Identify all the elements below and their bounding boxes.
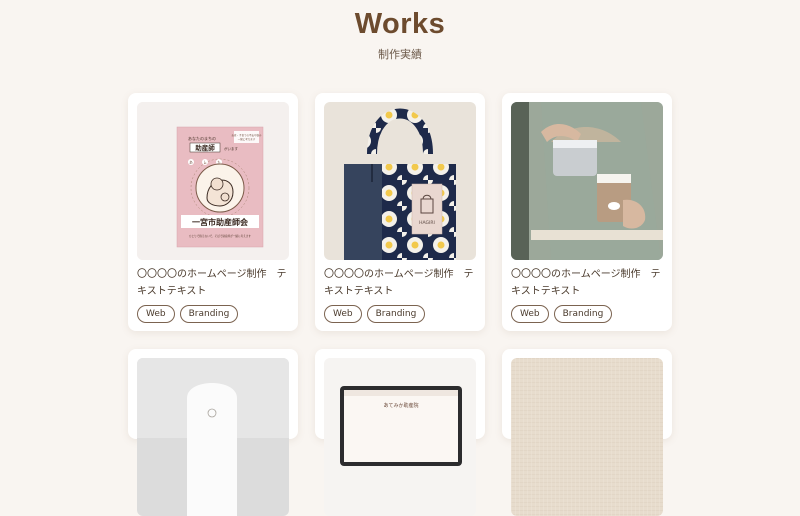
work-title[interactable]: 〇〇〇〇のホームページ制作 テキストテキスト <box>324 266 476 300</box>
booklet-image: お産・子育ての不安や悩み 一緒に考えます あなたのまちの 助産師 がいます あ … <box>137 102 289 260</box>
laptop-screen-text: あてみか助産院 <box>384 402 419 409</box>
booklet-highlight: 助産師 <box>195 143 215 152</box>
tag-web[interactable]: Web <box>511 305 549 323</box>
tote-label: HAGIRI <box>419 220 435 226</box>
work-thumbnail[interactable] <box>137 358 289 516</box>
work-card[interactable] <box>128 349 298 516</box>
section-header: Works 制作実績 <box>0 6 800 62</box>
tube-product-image <box>137 358 289 516</box>
work-thumbnail[interactable]: HAGIRI <box>324 102 476 260</box>
barista-image <box>511 102 663 260</box>
booklet-stamp-2: し <box>203 160 207 165</box>
booklet-org-name: 一宮市助産師会 <box>192 217 248 227</box>
tag-list: Web Branding <box>511 305 613 323</box>
tag-list: Web Branding <box>137 305 239 323</box>
work-card[interactable] <box>502 349 672 516</box>
work-card[interactable]: あてみか助産院 <box>315 349 485 516</box>
work-thumbnail[interactable]: あてみか助産院 <box>324 358 476 516</box>
booklet-stamp-1: あ <box>189 160 193 165</box>
linen-texture-image <box>511 358 663 516</box>
page-subtitle: 制作実績 <box>378 48 422 61</box>
tag-web[interactable]: Web <box>137 305 175 323</box>
work-card[interactable]: 〇〇〇〇のホームページ制作 テキストテキスト Web Branding <box>502 93 672 331</box>
tag-branding[interactable]: Branding <box>553 305 613 323</box>
work-thumbnail[interactable] <box>511 102 663 260</box>
tag-branding[interactable]: Branding <box>179 305 239 323</box>
work-title[interactable]: 〇〇〇〇のホームページ制作 テキストテキスト <box>137 266 289 300</box>
corner-note-1: お産・子育ての不安や悩み <box>231 133 262 137</box>
work-title[interactable]: 〇〇〇〇のホームページ制作 テキストテキスト <box>511 266 663 300</box>
work-thumbnail[interactable]: お産・子育ての不安や悩み 一緒に考えます あなたのまちの 助産師 がいます あ … <box>137 102 289 260</box>
tag-web[interactable]: Web <box>324 305 362 323</box>
corner-note-2: 一緒に考えます <box>238 137 256 141</box>
tag-list: Web Branding <box>324 305 426 323</box>
tag-branding[interactable]: Branding <box>366 305 426 323</box>
booklet-top-note: あなたのまちの <box>188 135 216 141</box>
tote-bag-image: HAGIRI <box>324 102 476 260</box>
work-card[interactable]: HAGIRI 〇〇〇〇のホームページ制作 テキストテキスト Web Brandi… <box>315 93 485 331</box>
booklet-highlight-suffix: がいます <box>224 146 238 151</box>
booklet-footer-note: ひとりで抱えないで、そばで助産師が一緒に考えます <box>189 234 251 238</box>
work-thumbnail[interactable] <box>511 358 663 516</box>
laptop-image: あてみか助産院 <box>324 358 476 516</box>
work-card[interactable]: お産・子育ての不安や悩み 一緒に考えます あなたのまちの 助産師 がいます あ … <box>128 93 298 331</box>
page-title: Works <box>354 8 446 40</box>
